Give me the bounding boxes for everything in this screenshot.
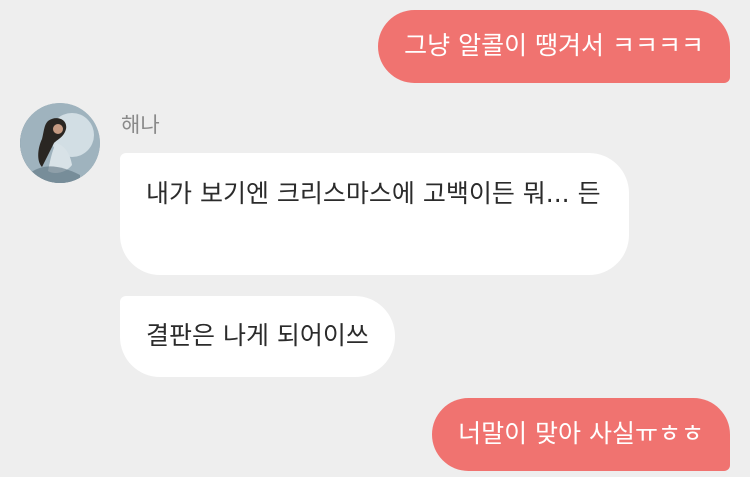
message-text: 결판은 나게 되어이쓰 xyxy=(146,321,369,350)
outgoing-message-bubble[interactable]: 그냥 알콜이 땡겨서 ㅋㅋㅋㅋ xyxy=(378,10,730,83)
message-text: 너말이 맞아 사실ㅠㅎㅎ xyxy=(458,419,704,448)
profile-photo-avatar-icon xyxy=(20,103,100,183)
incoming-message-bubble[interactable]: 결판은 나게 되어이쓰 xyxy=(120,296,395,377)
message-text: 내가 보기엔 크리스마스에 고백이든 뭐... 든 xyxy=(146,179,601,208)
contact-avatar[interactable] xyxy=(20,103,100,183)
incoming-message-bubble[interactable]: 내가 보기엔 크리스마스에 고백이든 뭐... 든 xyxy=(120,153,629,275)
chat-thread: 그냥 알콜이 땡겨서 ㅋㅋㅋㅋ 해나 내가 보기엔 크리스마스에 고백이든 뭐.… xyxy=(0,0,750,477)
outgoing-message-bubble[interactable]: 너말이 맞아 사실ㅠㅎㅎ xyxy=(432,398,730,471)
sender-name: 해나 xyxy=(121,113,160,137)
message-text: 그냥 알콜이 땡겨서 ㅋㅋㅋㅋ xyxy=(404,31,704,60)
